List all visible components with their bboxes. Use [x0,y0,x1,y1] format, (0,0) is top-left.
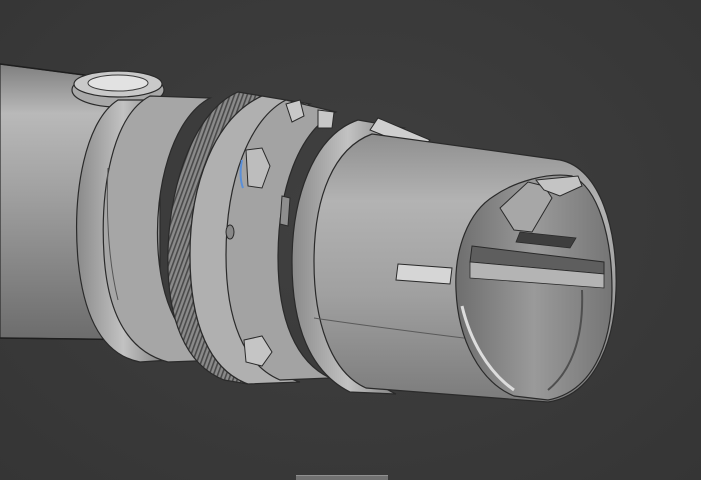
connector-model-render[interactable] [0,0,701,480]
sleeve-inner-cavity [455,174,613,401]
3d-viewport[interactable] [0,0,701,480]
viewport-resize-handle-icon[interactable] [296,475,388,480]
keyway-slot [395,263,453,285]
